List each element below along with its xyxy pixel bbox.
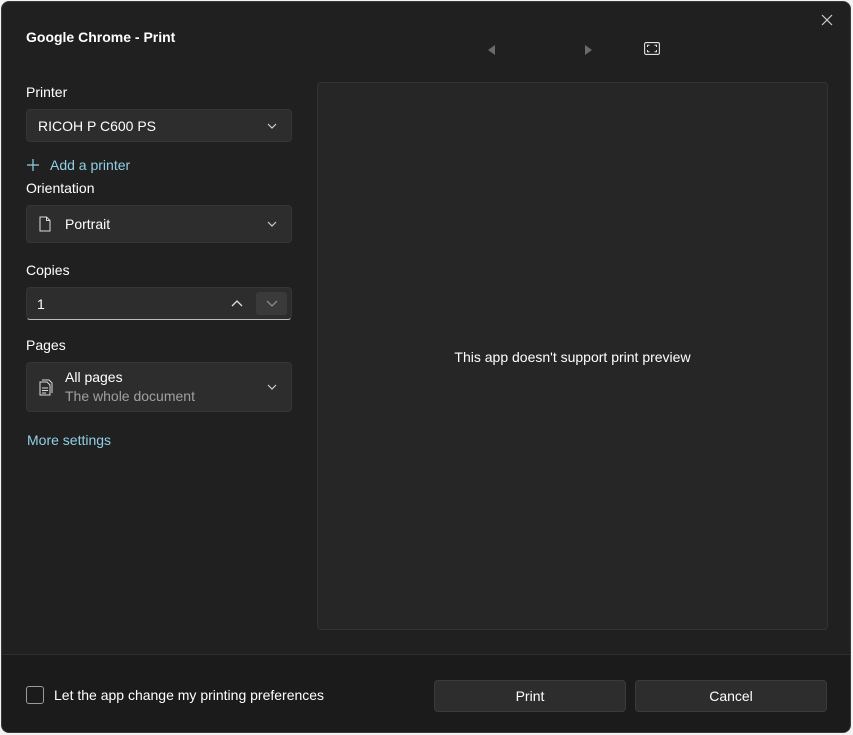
next-page-button[interactable]: [584, 42, 592, 60]
orientation-select[interactable]: Portrait: [26, 205, 292, 243]
printer-selected-value: RICOH P C600 PS: [38, 117, 157, 134]
copies-label: Copies: [26, 262, 70, 278]
pages-icon: [39, 379, 53, 395]
printer-label: Printer: [26, 84, 68, 100]
triangle-right-icon: [585, 45, 592, 55]
copies-increment-button[interactable]: [225, 292, 249, 315]
printing-preferences-label: Let the app change my printing preferenc…: [54, 687, 325, 703]
more-settings-link[interactable]: More settings: [27, 432, 111, 448]
previous-page-button[interactable]: [488, 42, 496, 60]
dialog-footer: Let the app change my printing preferenc…: [2, 654, 850, 732]
chevron-down-icon: [267, 123, 277, 129]
printing-preferences-checkbox[interactable]: [26, 686, 44, 704]
plus-icon: [27, 159, 39, 171]
chevron-down-icon: [267, 221, 277, 227]
copies-value: 1: [37, 295, 45, 312]
triangle-left-icon: [488, 45, 495, 55]
pages-select[interactable]: All pages The whole document: [26, 362, 292, 412]
orientation-label: Orientation: [26, 180, 95, 196]
preview-message: This app doesn't support print preview: [454, 349, 691, 365]
copies-stepper[interactable]: 1: [26, 287, 292, 320]
fit-to-window-button[interactable]: [644, 42, 660, 60]
print-preview-area: This app doesn't support print preview: [317, 82, 828, 630]
chevron-down-icon: [266, 300, 277, 307]
print-button[interactable]: Print: [434, 680, 626, 712]
cancel-button[interactable]: Cancel: [635, 680, 827, 712]
add-printer-label: Add a printer: [50, 157, 131, 173]
print-dialog: Google Chrome - Print Printer RICOH P C6…: [1, 1, 851, 733]
copies-decrement-button[interactable]: [256, 292, 287, 315]
dialog-title: Google Chrome - Print: [26, 29, 176, 45]
add-printer-link[interactable]: Add a printer: [26, 157, 130, 173]
pages-selected-value: All pages: [65, 369, 123, 385]
printer-select[interactable]: RICOH P C600 PS: [26, 109, 292, 142]
pages-label: Pages: [26, 337, 66, 353]
chevron-down-icon: [267, 384, 277, 390]
chevron-up-icon: [231, 300, 243, 307]
close-icon: [821, 14, 833, 26]
close-button[interactable]: [814, 10, 840, 30]
fullscreen-icon: [644, 42, 660, 55]
orientation-selected-value: Portrait: [65, 216, 111, 232]
pages-description: The whole document: [65, 388, 195, 404]
page-icon: [39, 216, 51, 232]
